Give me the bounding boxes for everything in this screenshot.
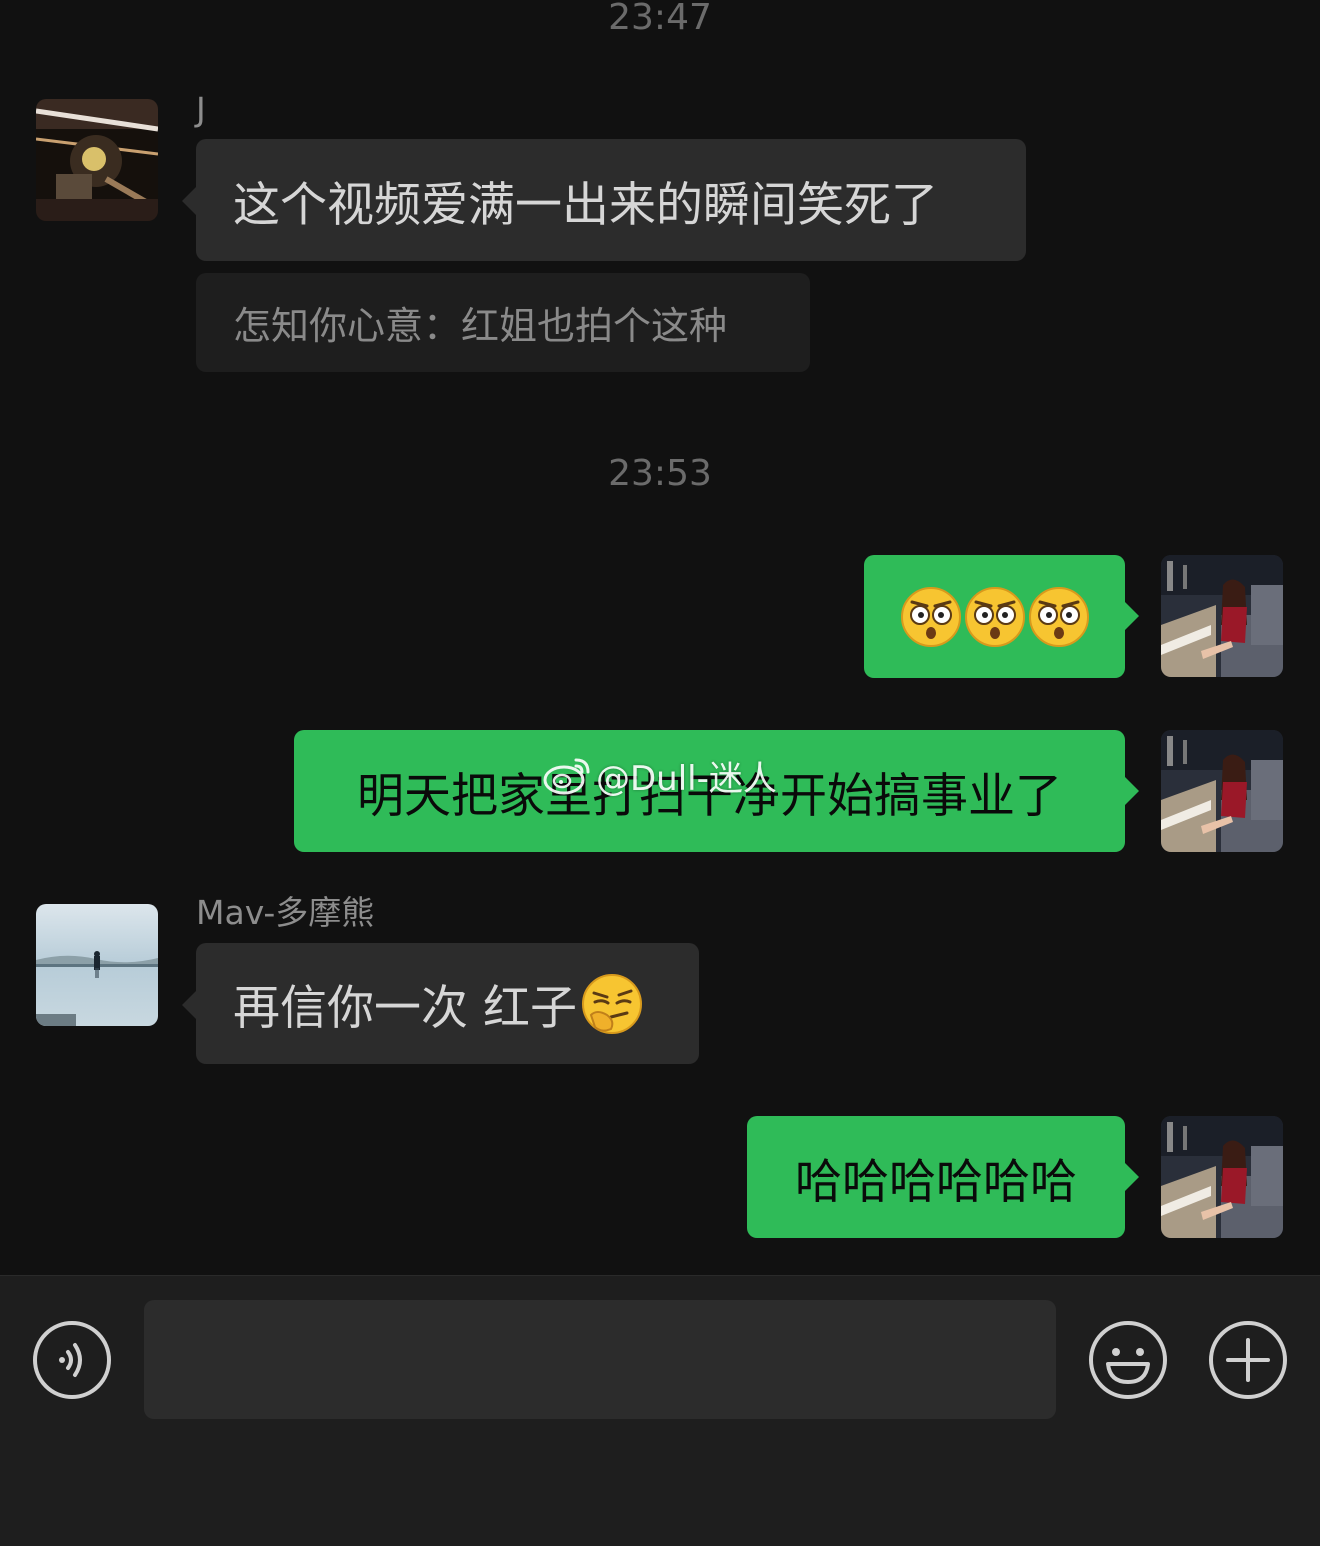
voice-icon	[33, 1321, 111, 1399]
avatar-j[interactable]	[36, 99, 158, 221]
chat-area[interactable]: 23:47 J 这个视频爱满一出来的瞬间笑死了 怎知你心意：红姐也拍个这种 23…	[0, 0, 1320, 1275]
message-text: 再信你一次 红子	[233, 981, 577, 1036]
watermark: @Dull-迷人	[542, 752, 777, 799]
weibo-icon	[543, 758, 590, 795]
message-bubble-emoji[interactable]	[864, 555, 1139, 678]
message-text: 哈哈哈哈哈哈	[795, 1154, 1077, 1210]
message-input[interactable]	[144, 1300, 1056, 1419]
quote-text: 怎知你心意：红姐也拍个这种	[233, 304, 728, 348]
message-bubble[interactable]: 再信你一次 红子	[182, 943, 699, 1064]
avatar-me[interactable]	[1161, 730, 1283, 852]
plus-button[interactable]	[1208, 1320, 1288, 1400]
quoted-message[interactable]: 怎知你心意：红姐也拍个这种	[196, 273, 810, 372]
avatar-mav[interactable]	[36, 904, 158, 1026]
avatar-me[interactable]	[1161, 1116, 1283, 1238]
input-bar	[0, 1275, 1320, 1546]
wide-eyed-emoji-icon	[1028, 586, 1090, 648]
watermark-text: @Dull-迷人	[596, 758, 777, 799]
wide-eyed-emoji-icon	[900, 586, 962, 648]
avatar-me[interactable]	[1161, 555, 1283, 677]
message-text: 这个视频爱满一出来的瞬间笑死了	[233, 177, 938, 233]
message-bubble[interactable]: 这个视频爱满一出来的瞬间笑死了	[182, 139, 1026, 261]
plus-icon	[1209, 1321, 1287, 1399]
emoji-button[interactable]	[1088, 1320, 1168, 1400]
message-bubble[interactable]: 哈哈哈哈哈哈	[747, 1116, 1139, 1238]
timestamp: 23:47	[608, 0, 712, 38]
smiley-icon	[1089, 1321, 1167, 1399]
thinking-smirk-emoji-icon	[581, 973, 643, 1035]
voice-button[interactable]	[32, 1320, 112, 1400]
timestamp: 23:53	[608, 453, 712, 494]
sender-name: J	[196, 90, 206, 129]
sender-name: Mav-多摩熊	[196, 893, 375, 932]
wide-eyed-emoji-icon	[964, 586, 1026, 648]
